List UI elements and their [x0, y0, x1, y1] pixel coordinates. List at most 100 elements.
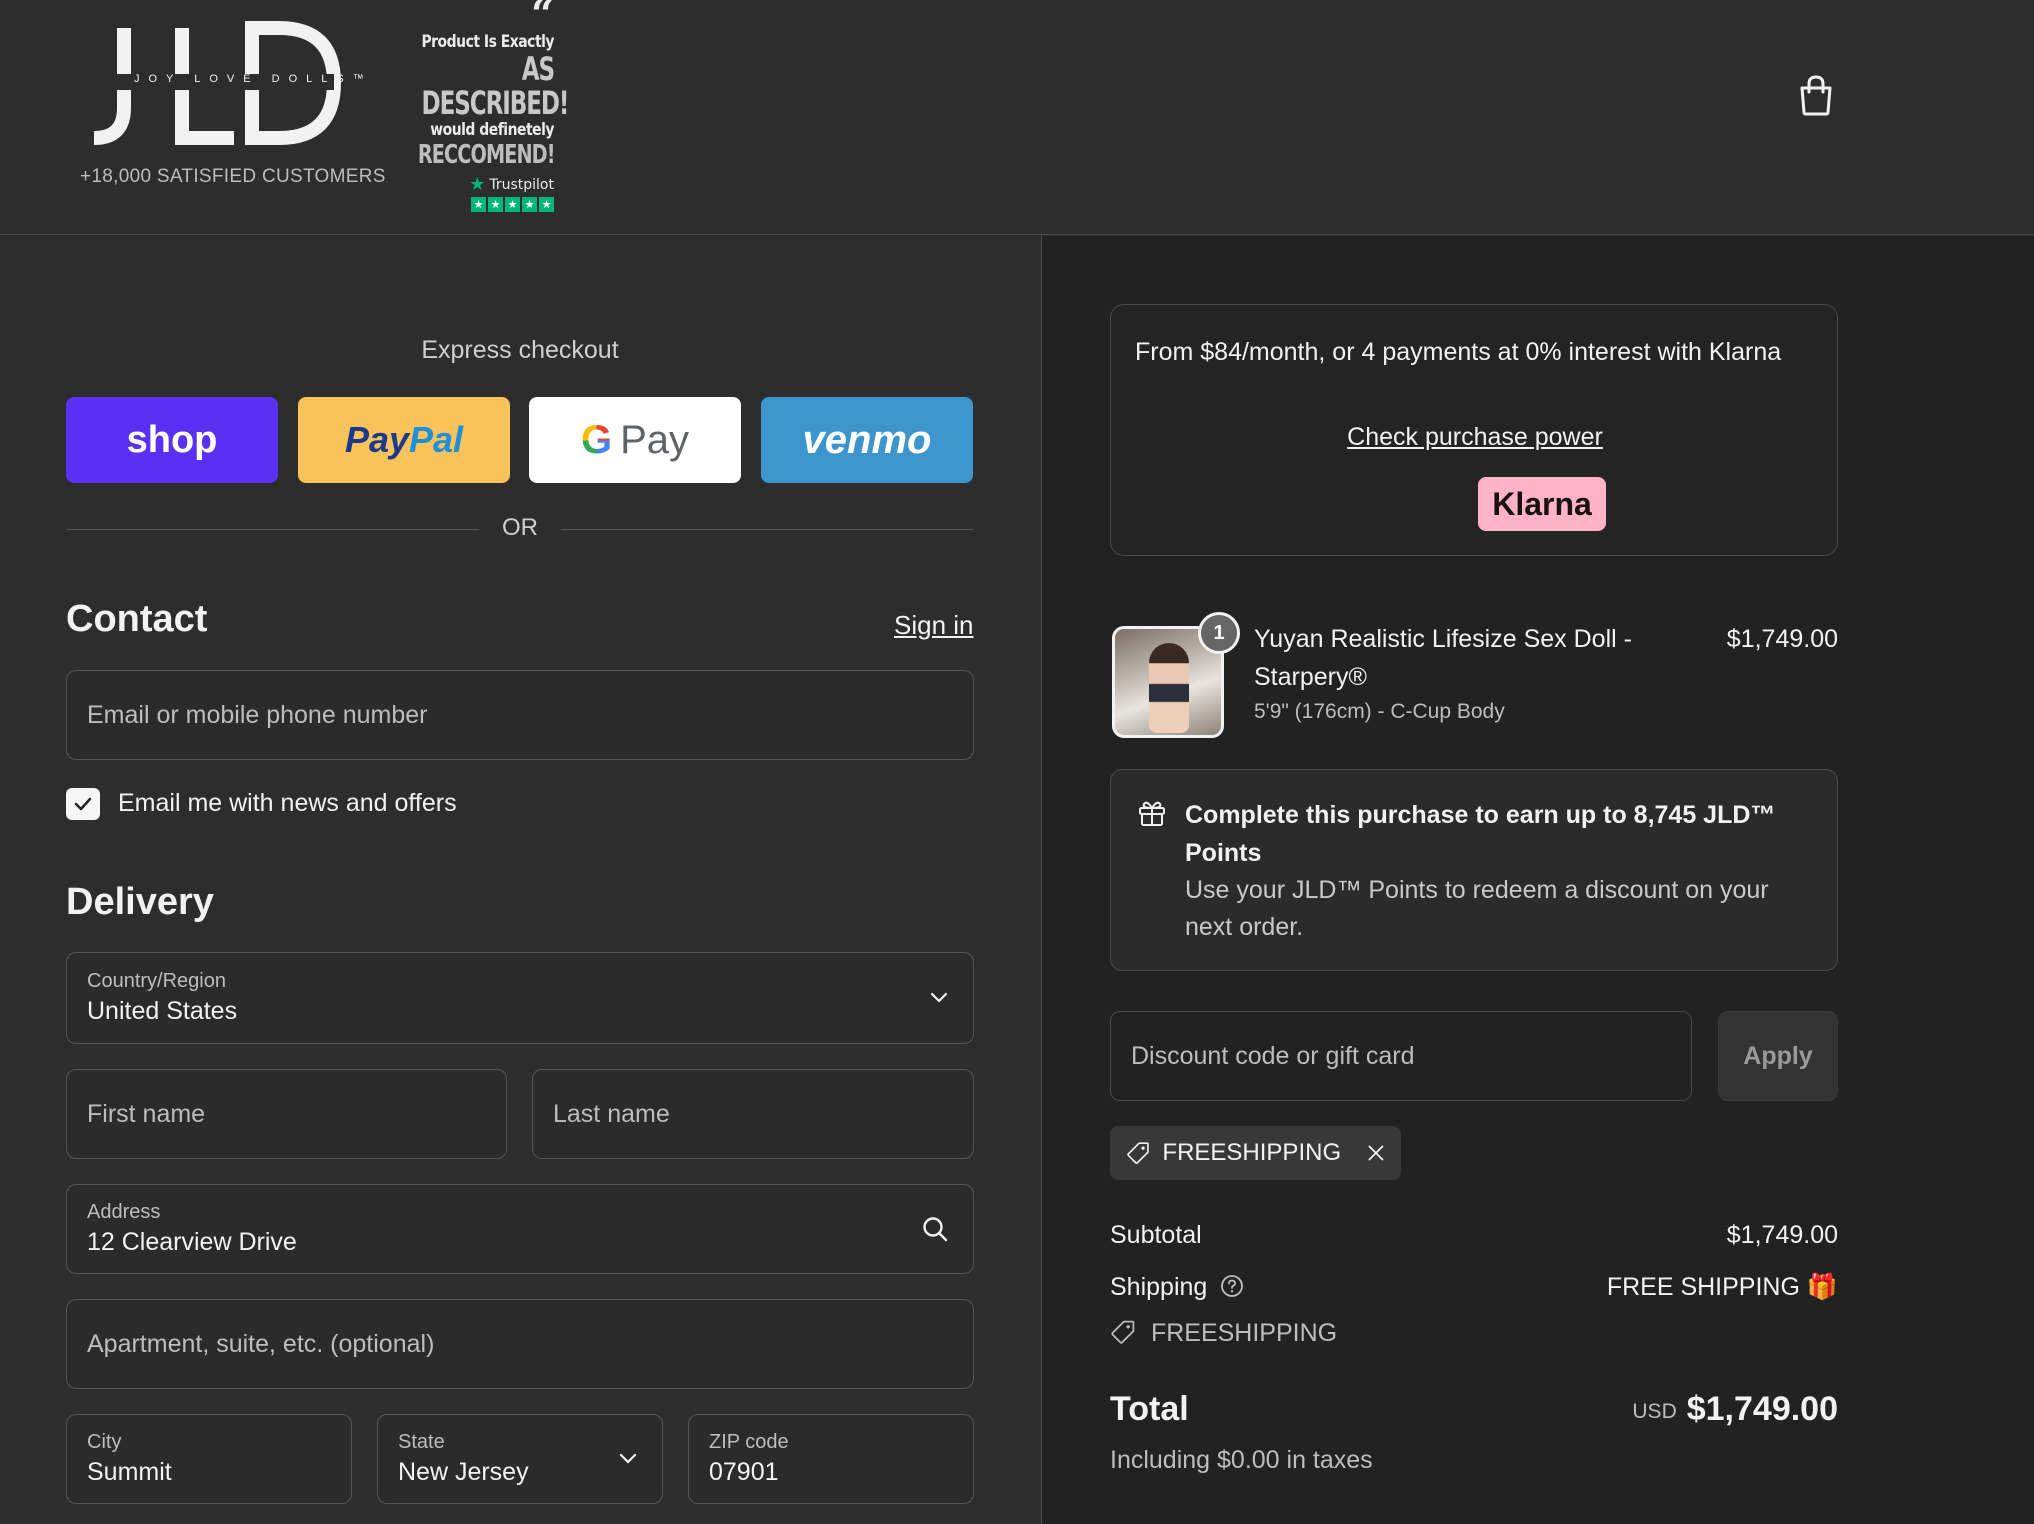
shipping-value: FREE SHIPPING 🎁	[1606, 1273, 1838, 1301]
tag-icon	[1111, 1320, 1135, 1344]
subtotal-row: Subtotal $1,749.00	[1110, 1221, 1838, 1250]
apply-button[interactable]: Apply	[1718, 1011, 1838, 1101]
total-amount: USD $1,749.00	[1632, 1390, 1838, 1429]
product-image	[1149, 643, 1189, 733]
apartment-field[interactable]: Apartment, suite, etc. (optional)	[66, 1299, 974, 1389]
last-name-field[interactable]: Last name	[532, 1069, 974, 1159]
trustpilot-rating: ★ ★ ★ ★ ★	[370, 197, 554, 212]
city-field[interactable]: City Summit	[66, 1414, 352, 1504]
shopping-bag-icon	[1800, 75, 1832, 116]
rating-star-icon: ★	[539, 197, 554, 212]
or-text: OR	[502, 514, 538, 541]
klarna-link-row: Check purchase power	[1111, 423, 1839, 452]
review-line-3: would definetely	[430, 120, 554, 140]
venmo-button[interactable]: venmo	[761, 397, 973, 483]
rating-star-icon: ★	[505, 197, 520, 212]
subtotal-label: Subtotal	[1110, 1221, 1202, 1249]
or-divider: OR	[66, 514, 974, 544]
applied-code: FREESHIPPING	[1162, 1139, 1342, 1166]
contact-title: Contact	[66, 598, 208, 640]
product-variant: 5'9" (176cm) - C-Cup Body	[1254, 700, 1505, 723]
venmo-label: venmo	[802, 417, 932, 462]
paypal-label-a: Pay	[344, 419, 409, 460]
check-purchase-power-link[interactable]: Check purchase power	[1347, 423, 1603, 451]
rating-star-icon: ★	[488, 197, 503, 212]
newsletter-checkbox[interactable]	[66, 788, 100, 820]
trustpilot-label: ★ Trustpilot	[370, 174, 554, 195]
country-label: Country/Region	[87, 970, 226, 992]
rewards-points-banner: Complete this purchase to earn up to 8,7…	[1110, 769, 1838, 971]
total-label: Total	[1110, 1390, 1189, 1428]
zip-field[interactable]: ZIP code 07901	[688, 1414, 974, 1504]
cart-line-item: 1 Yuyan Realistic Lifesize Sex Doll - St…	[1110, 612, 1838, 738]
order-summary: From $84/month, or 4 payments at 0% inte…	[1042, 236, 2034, 1524]
zip-label: ZIP code	[709, 1431, 789, 1453]
applied-discount-chip: FREESHIPPING	[1110, 1126, 1401, 1180]
country-select[interactable]: Country/Region United States	[66, 952, 974, 1044]
shop-pay-label: shop	[126, 418, 218, 461]
google-g-icon: G	[580, 417, 613, 462]
zip-value: 07901	[709, 1458, 779, 1486]
discount-code-input[interactable]: Discount code or gift card	[1110, 1011, 1692, 1101]
checkout-form: Express checkout shop Pay Pal G Pay venmo…	[0, 236, 1041, 1524]
review-line-1: Product Is Exactly	[421, 32, 554, 52]
first-name-field[interactable]: First name	[66, 1069, 507, 1159]
shipping-discount-row: FREESHIPPING	[1110, 1319, 1838, 1348]
rating-star-icon: ★	[471, 197, 486, 212]
state-value: New Jersey	[398, 1458, 529, 1486]
divider-line	[561, 529, 974, 530]
last-name-placeholder: Last name	[553, 1099, 670, 1128]
product-price: $1,749.00	[1726, 625, 1838, 653]
first-name-placeholder: First name	[87, 1099, 206, 1128]
review-badge: “ Product Is Exactly AS DESCRIBED! would…	[370, 0, 570, 212]
address-label: Address	[87, 1201, 161, 1223]
klarna-logo: Klarna	[1478, 477, 1606, 531]
apartment-placeholder: Apartment, suite, etc. (optional)	[87, 1329, 435, 1358]
email-field[interactable]: Email or mobile phone number	[66, 670, 974, 760]
trustpilot-text: Trustpilot	[489, 176, 554, 193]
subtotal-value: $1,749.00	[1726, 1221, 1838, 1249]
points-title: Complete this purchase to earn up to 8,7…	[1185, 801, 1776, 867]
quote-icon: “	[370, 0, 554, 22]
rating-star-icon: ★	[522, 197, 537, 212]
shipping-code: FREESHIPPING	[1150, 1319, 1338, 1347]
checkmark-icon	[74, 797, 92, 811]
satisfied-customers: +18,000 SATISFIED CUSTOMERS	[80, 166, 386, 187]
sign-in-link[interactable]: Sign in	[894, 610, 974, 641]
city-value: Summit	[87, 1458, 172, 1486]
quantity-badge: 1	[1198, 612, 1240, 654]
klarna-text: From $84/month, or 4 payments at 0% inte…	[1135, 338, 1782, 366]
total-value: $1,749.00	[1686, 1390, 1838, 1428]
jld-logo[interactable]: JOY LOVE DOLLS™	[84, 20, 364, 145]
review-line-2: AS DESCRIBED!	[421, 50, 570, 122]
taxes-note: Including $0.00 in taxes	[1110, 1446, 1373, 1474]
chevron-down-icon	[619, 1453, 637, 1464]
product-name: Yuyan Realistic Lifesize Sex Doll - Star…	[1254, 625, 1632, 691]
shipping-row: Shipping FREE SHIPPING 🎁	[1110, 1273, 1838, 1302]
address-value: 12 Clearview Drive	[87, 1228, 297, 1256]
shop-pay-button[interactable]: shop	[66, 397, 278, 483]
points-subtitle: Use your JLD™ Points to redeem a discoun…	[1185, 876, 1769, 941]
review-line-4: RECCOMEND!	[417, 140, 556, 170]
gift-icon	[1139, 801, 1165, 826]
klarna-promo: From $84/month, or 4 payments at 0% inte…	[1110, 304, 1838, 556]
state-select[interactable]: State New Jersey	[377, 1414, 663, 1504]
paypal-label-b: Pal	[409, 419, 464, 460]
google-pay-button[interactable]: G Pay	[529, 397, 741, 483]
logo-tagline: JOY LOVE DOLLS™	[134, 73, 373, 85]
delivery-title: Delivery	[66, 881, 214, 923]
address-field[interactable]: Address 12 Clearview Drive	[66, 1184, 974, 1274]
discount-placeholder: Discount code or gift card	[1131, 1041, 1415, 1070]
email-placeholder: Email or mobile phone number	[87, 700, 428, 729]
google-pay-label: Pay	[620, 417, 690, 462]
chevron-down-icon	[930, 992, 948, 1003]
trustpilot-star-icon: ★	[469, 174, 486, 195]
city-label: City	[87, 1431, 122, 1453]
currency-code: USD	[1632, 1400, 1677, 1423]
newsletter-label: Email me with news and offers	[118, 789, 457, 817]
paypal-button[interactable]: Pay Pal	[298, 397, 510, 483]
close-icon[interactable]	[1367, 1142, 1385, 1164]
cart-button[interactable]	[1796, 74, 1836, 116]
tag-icon	[1127, 1142, 1149, 1164]
help-icon[interactable]	[1220, 1274, 1244, 1298]
